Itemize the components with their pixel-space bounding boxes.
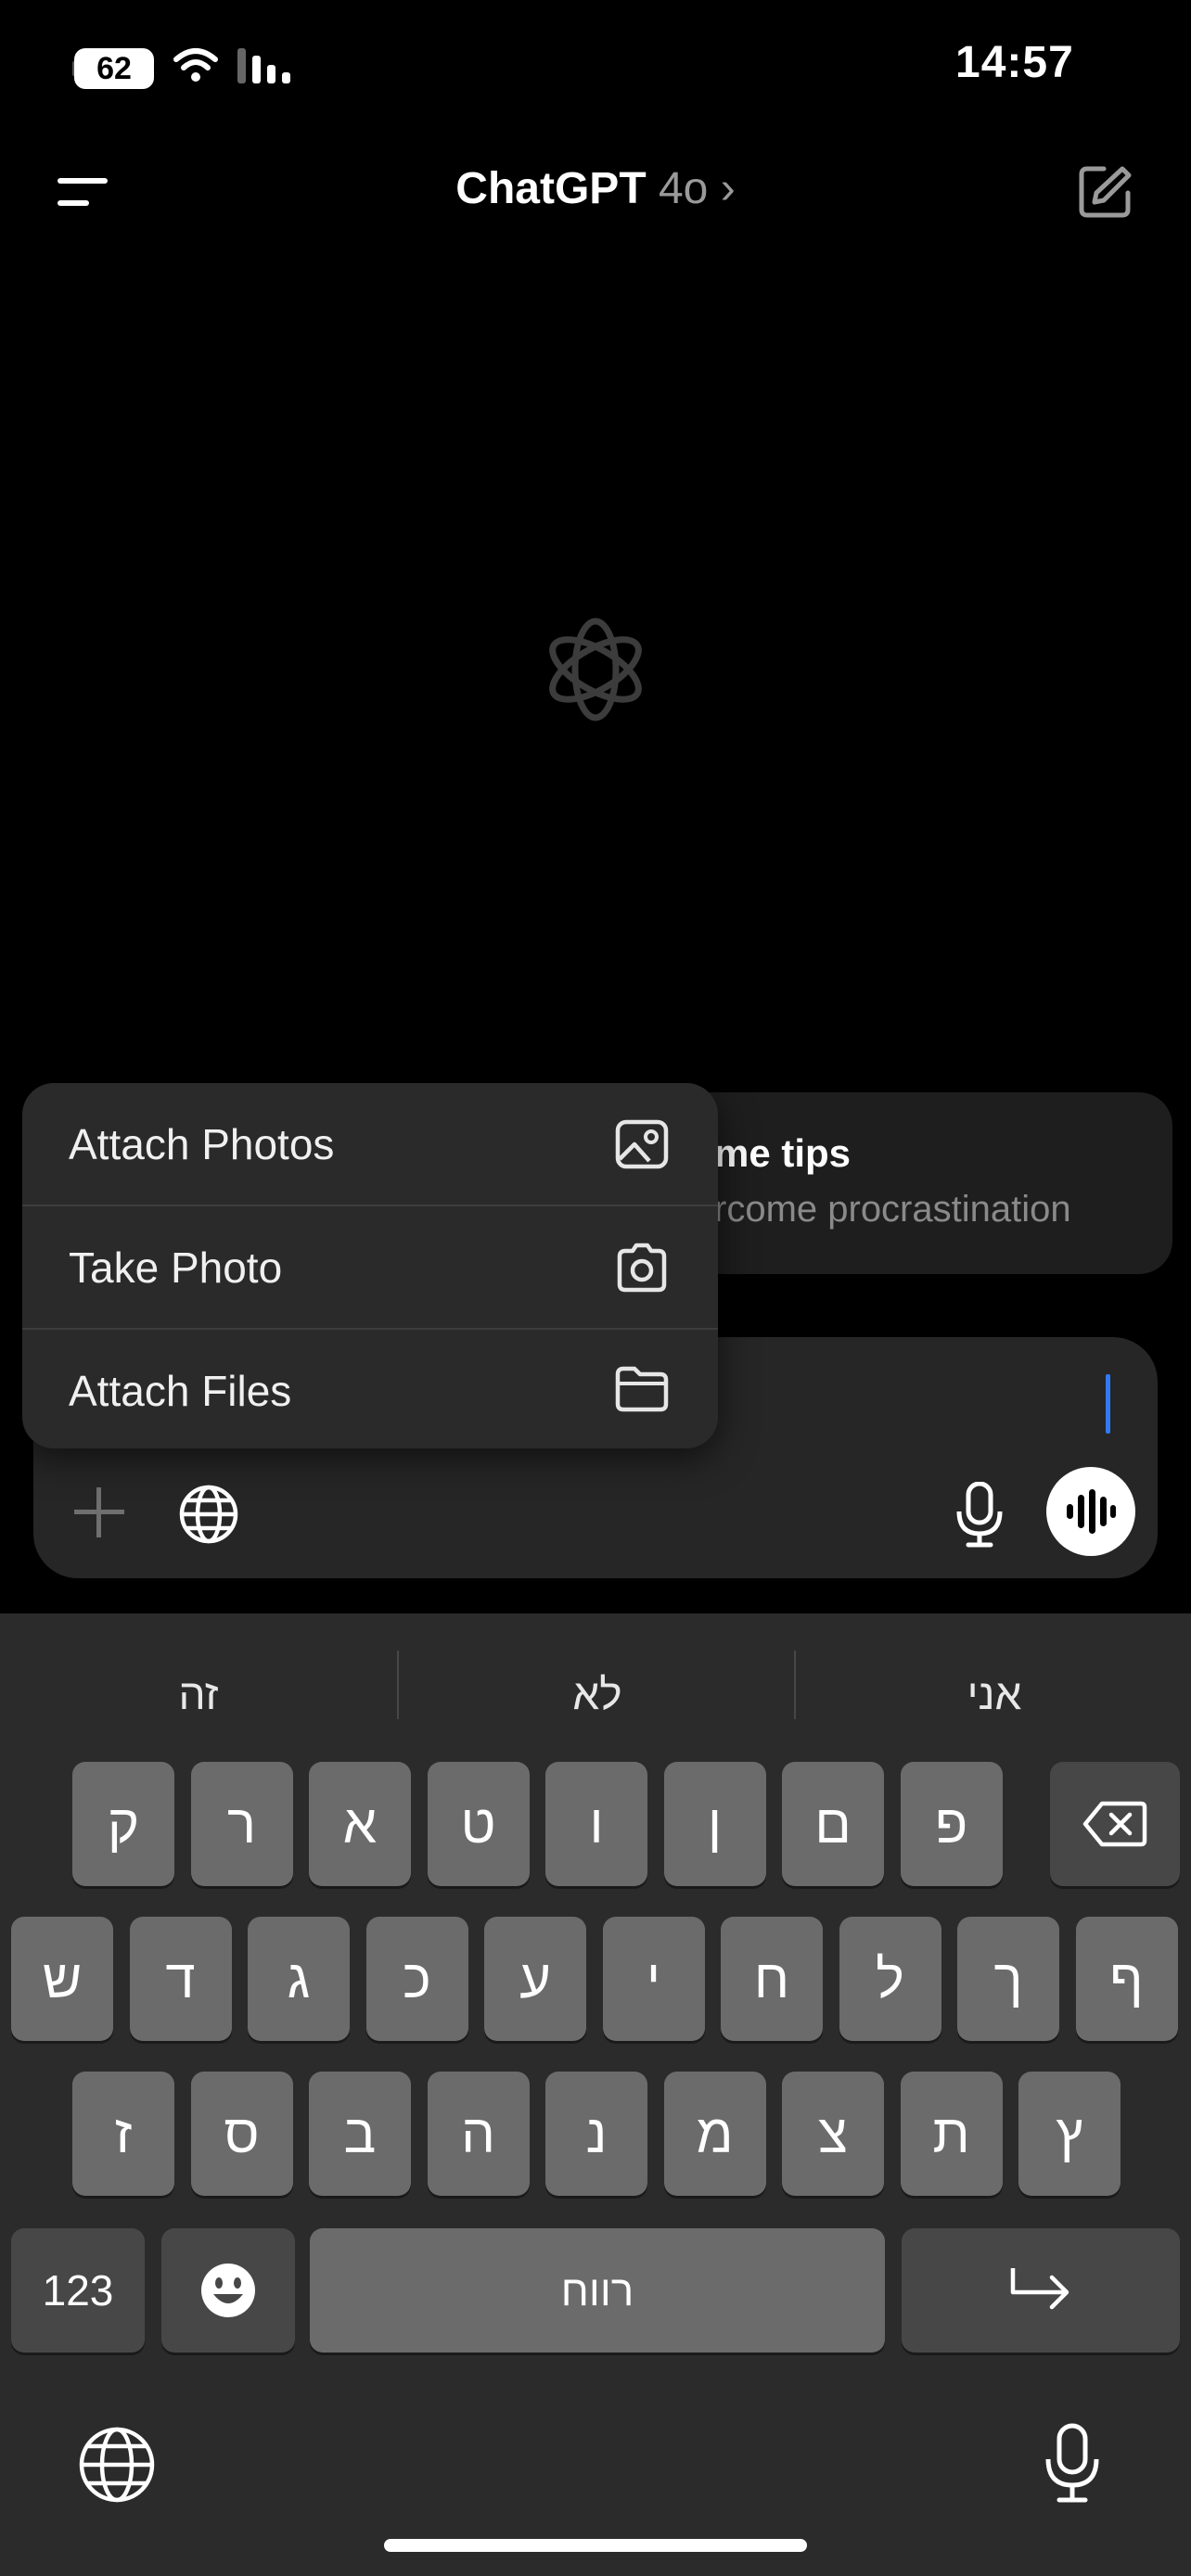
wifi-icon bbox=[173, 48, 218, 82]
photo-icon bbox=[615, 1119, 669, 1169]
menu-item-label: Attach Files bbox=[69, 1366, 292, 1415]
keyboard-globe-icon[interactable] bbox=[78, 2426, 156, 2504]
key-letter[interactable]: ץ bbox=[1018, 2072, 1121, 2196]
backspace-key[interactable] bbox=[1050, 1762, 1180, 1886]
key-letter[interactable]: ש bbox=[11, 1917, 113, 2041]
suggestion-subtitle: rcome procrastination bbox=[714, 1189, 1071, 1230]
model-selector[interactable]: ChatGPT 4o › bbox=[0, 163, 1191, 214]
suggestion-title: me tips bbox=[714, 1131, 852, 1175]
folder-icon bbox=[615, 1366, 669, 1412]
menu-item-attach-files[interactable]: Attach Files bbox=[22, 1330, 718, 1448]
key-letter[interactable]: ז bbox=[72, 2072, 174, 2196]
menu-item-label: Attach Photos bbox=[69, 1119, 335, 1168]
app-title: ChatGPT bbox=[455, 164, 647, 213]
key-letter[interactable]: פ bbox=[900, 1762, 1003, 1886]
prediction-1[interactable]: זה bbox=[0, 1669, 397, 1719]
return-key[interactable] bbox=[902, 2228, 1180, 2353]
key-letter[interactable]: ס bbox=[190, 2072, 293, 2196]
key-letter[interactable]: ק bbox=[72, 1762, 174, 1886]
emoji-key[interactable] bbox=[161, 2228, 295, 2353]
model-name: 4o bbox=[658, 164, 709, 213]
key-letter[interactable]: ת bbox=[900, 2072, 1003, 2196]
key-letter[interactable]: ע bbox=[484, 1917, 586, 2041]
chevron-right-icon: › bbox=[720, 164, 736, 213]
emoji-icon bbox=[201, 2264, 255, 2317]
attach-menu: Attach Photos Take Photo Attach Files bbox=[22, 1083, 718, 1448]
key-letter[interactable]: כ bbox=[365, 1917, 468, 2041]
key-letter[interactable]: ף bbox=[1075, 1917, 1178, 2041]
numbers-key[interactable]: 123 bbox=[11, 2228, 145, 2353]
key-letter[interactable]: ר bbox=[190, 1762, 293, 1886]
key-letter[interactable]: ך bbox=[957, 1917, 1059, 2041]
key-letter[interactable]: ב bbox=[309, 2072, 411, 2196]
status-time: 14:57 bbox=[955, 38, 1074, 87]
key-letter[interactable]: נ bbox=[545, 2072, 647, 2196]
home-indicator[interactable] bbox=[384, 2539, 807, 2552]
key-letter[interactable]: צ bbox=[782, 2072, 884, 2196]
web-search-globe-icon[interactable] bbox=[178, 1484, 239, 1545]
voice-mode-button[interactable] bbox=[1046, 1467, 1135, 1556]
text-caret bbox=[1106, 1374, 1110, 1434]
new-chat-icon[interactable] bbox=[1076, 163, 1133, 221]
key-letter[interactable]: ח bbox=[721, 1917, 823, 2041]
signal-icon bbox=[237, 48, 290, 83]
key-letter[interactable]: ד bbox=[129, 1917, 232, 2041]
waveform-icon bbox=[1067, 1489, 1116, 1534]
prediction-3[interactable]: אני bbox=[796, 1669, 1191, 1719]
dictation-mic-icon[interactable] bbox=[1044, 2422, 1100, 2504]
keyboard: זה לא אני קראטוןםפ שדגכעיחלךף זסבהנמצתץ … bbox=[0, 1613, 1191, 2576]
openai-logo-icon bbox=[549, 618, 642, 721]
microphone-icon[interactable] bbox=[955, 1482, 1004, 1549]
return-arrow-icon bbox=[1010, 2268, 1069, 2310]
key-letter[interactable]: ה bbox=[427, 2072, 530, 2196]
space-key[interactable]: רווח bbox=[310, 2228, 885, 2353]
menu-item-label: Take Photo bbox=[69, 1243, 283, 1292]
backspace-icon bbox=[1082, 1801, 1147, 1847]
menu-item-take-photo[interactable]: Take Photo bbox=[22, 1206, 718, 1328]
camera-icon bbox=[617, 1243, 667, 1293]
key-letter[interactable]: י bbox=[602, 1917, 705, 2041]
key-letter[interactable]: ג bbox=[248, 1917, 350, 2041]
prediction-2[interactable]: לא bbox=[399, 1669, 796, 1719]
battery-indicator: 62 bbox=[74, 48, 154, 89]
key-letter[interactable]: א bbox=[309, 1762, 411, 1886]
menu-item-attach-photos[interactable]: Attach Photos bbox=[22, 1083, 718, 1205]
key-letter[interactable]: ל bbox=[839, 1917, 941, 2041]
plus-icon[interactable] bbox=[72, 1486, 126, 1539]
key-letter[interactable]: ו bbox=[545, 1762, 647, 1886]
key-letter[interactable]: ם bbox=[782, 1762, 884, 1886]
key-letter[interactable]: ן bbox=[663, 1762, 766, 1886]
key-letter[interactable]: ט bbox=[427, 1762, 530, 1886]
key-letter[interactable]: מ bbox=[663, 2072, 766, 2196]
